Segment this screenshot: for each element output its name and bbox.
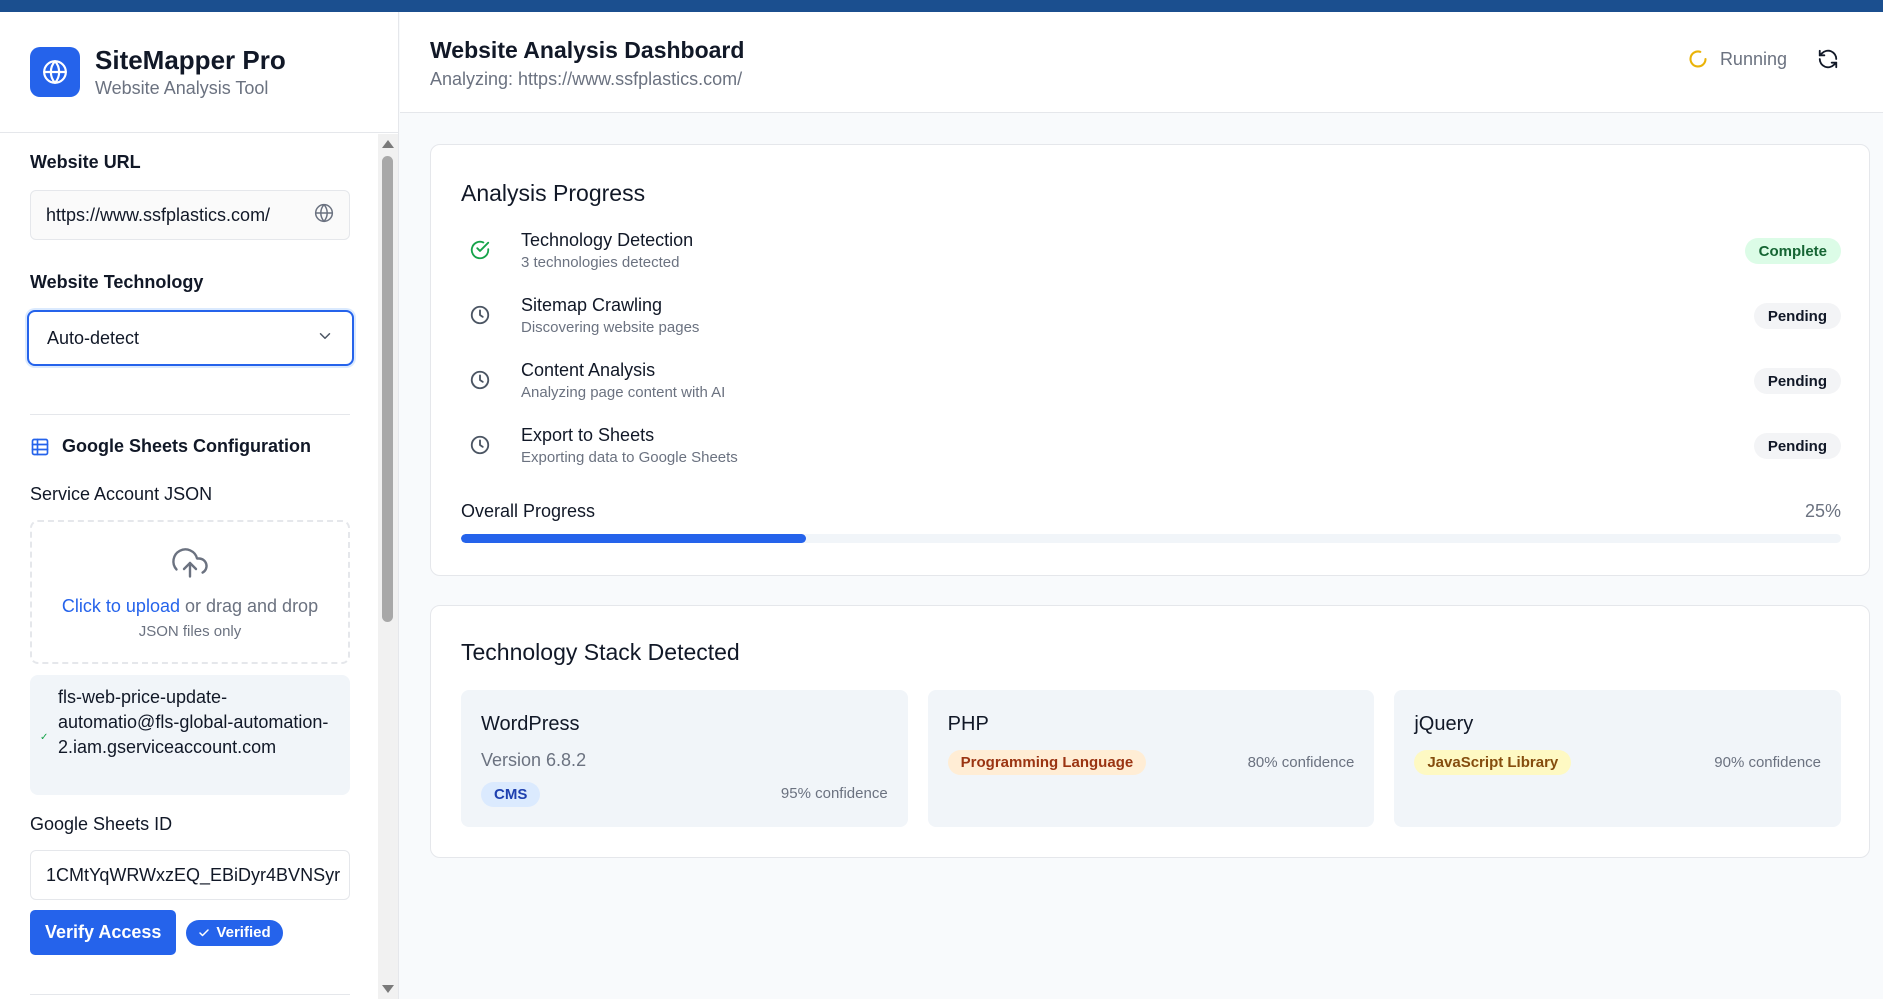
verified-badge-label: Verified <box>216 924 271 941</box>
check-icon: ✓ <box>40 732 49 743</box>
check-circle-icon <box>469 239 491 266</box>
google-sheets-heading: Google Sheets Configuration <box>30 436 311 457</box>
progress-step: Content Analysis Analyzing page content … <box>461 360 1841 416</box>
status-badge: Complete <box>1744 238 1841 264</box>
step-title: Export to Sheets <box>521 425 655 445</box>
tech-name: jQuery <box>1414 713 1474 735</box>
scroll-up-arrow-icon[interactable] <box>382 140 394 148</box>
check-icon <box>198 927 210 939</box>
sidebar-divider <box>30 414 350 415</box>
website-technology-label: Website Technology <box>30 272 204 292</box>
cloud-upload-icon <box>170 545 210 586</box>
verified-badge: Verified <box>186 919 283 946</box>
tech-confidence: 95% confidence <box>780 785 888 802</box>
clock-icon <box>469 369 491 396</box>
clock-icon <box>469 434 491 461</box>
sidebar-divider <box>30 994 350 995</box>
website-url-input[interactable]: https://www.ssfplastics.com/ <box>30 190 350 240</box>
overall-progress: Overall Progress 25% <box>461 501 1841 522</box>
globe-logo-icon <box>30 47 80 97</box>
analysis-progress-title: Analysis Progress <box>461 180 646 206</box>
step-description: Discovering website pages <box>521 319 700 336</box>
brand-header: SiteMapper Pro Website Analysis Tool <box>0 12 398 133</box>
page-subtitle: Analyzing: https://www.ssfplastics.com/ <box>430 69 743 89</box>
sidebar: SiteMapper Pro Website Analysis Tool Web… <box>0 12 399 999</box>
sidebar-scroll-area: Website URL https://www.ssfplastics.com/… <box>0 134 398 999</box>
website-technology-value: Auto-detect <box>47 327 140 348</box>
overall-progress-label: Overall Progress <box>461 501 596 521</box>
overall-progress-bar <box>461 534 1841 543</box>
status-badge: Pending <box>1753 368 1841 394</box>
dashboard-header: Website Analysis Dashboard Analyzing: ht… <box>400 12 1883 113</box>
refresh-icon[interactable] <box>1817 48 1839 70</box>
tech-card-jquery: jQuery JavaScript Library 90% confidence <box>1394 690 1842 827</box>
uploaded-service-account: ✓ fls-web-price-update-automatio@fls-glo… <box>30 675 350 795</box>
verify-access-button[interactable]: Verify Access <box>30 910 177 955</box>
scroll-down-arrow-icon[interactable] <box>382 985 394 993</box>
overall-progress-fill <box>461 534 806 543</box>
upload-drag-text: or drag and drop <box>179 595 319 616</box>
tech-card-wordpress: WordPress Version 6.8.2 CMS 95% confiden… <box>461 690 908 827</box>
website-url-value: https://www.ssfplastics.com/ <box>46 204 271 225</box>
progress-step: Technology Detection 3 technologies dete… <box>461 230 1841 286</box>
step-description: Analyzing page content with AI <box>521 384 726 401</box>
step-title: Technology Detection <box>521 230 694 250</box>
json-upload-dropzone[interactable]: Click to upload or drag and drop JSON fi… <box>30 520 350 664</box>
clock-icon <box>469 304 491 331</box>
chevron-down-icon <box>316 327 334 350</box>
app-tagline: Website Analysis Tool <box>95 78 269 98</box>
service-account-label: Service Account JSON <box>30 484 213 504</box>
overall-progress-percent: 25% <box>1804 501 1841 521</box>
google-sheets-heading-text: Google Sheets Configuration <box>62 436 312 456</box>
run-status-text: Running <box>1719 48 1787 69</box>
status-badge: Pending <box>1753 303 1841 329</box>
run-status: Running <box>1688 48 1839 70</box>
app-name: SiteMapper Pro <box>95 45 286 75</box>
verify-row: Verify Access Verified <box>30 910 283 955</box>
website-technology-select[interactable]: Auto-detect <box>27 310 354 366</box>
page-title: Website Analysis Dashboard <box>430 37 745 63</box>
tech-confidence: 90% confidence <box>1714 754 1822 771</box>
tech-version: Version 6.8.2 <box>481 750 587 770</box>
progress-step: Sitemap Crawling Discovering website pag… <box>461 295 1841 351</box>
tech-name: WordPress <box>481 713 580 735</box>
technology-stack-title: Technology Stack Detected <box>461 639 740 665</box>
service-account-email: fls-web-price-update-automatio@fls-globa… <box>58 687 329 757</box>
tech-name: PHP <box>947 713 989 735</box>
top-accent-bar <box>0 0 1883 12</box>
sheets-id-label: Google Sheets ID <box>30 814 173 834</box>
step-description: 3 technologies detected <box>521 254 680 271</box>
step-title: Sitemap Crawling <box>521 295 663 315</box>
tech-category-badge: JavaScript Library <box>1414 750 1572 775</box>
upload-instructions: Click to upload or drag and drop <box>62 596 318 617</box>
sheets-id-value: 1CMtYqWRWxzEQ_EBiDyr4BVNSyr <box>46 864 341 885</box>
main-content: Website Analysis Dashboard Analyzing: ht… <box>400 12 1883 999</box>
step-description: Exporting data to Google Sheets <box>521 449 738 466</box>
tech-confidence: 80% confidence <box>1247 754 1355 771</box>
tech-category-badge: CMS <box>481 782 541 807</box>
scrollbar-thumb[interactable] <box>382 156 393 622</box>
technology-stack-card: Technology Stack Detected WordPress Vers… <box>430 605 1870 858</box>
analysis-progress-card: Analysis Progress Technology Detection 3… <box>430 144 1870 576</box>
website-url-label: Website URL <box>30 152 141 172</box>
globe-icon <box>314 203 334 228</box>
tech-card-php: PHP Programming Language 80% confidence <box>927 690 1375 827</box>
upload-hint: JSON files only <box>138 622 242 640</box>
sidebar-scrollbar[interactable] <box>378 134 398 999</box>
table-icon <box>30 437 50 457</box>
technology-grid: WordPress Version 6.8.2 CMS 95% confiden… <box>461 690 1842 827</box>
tech-category-badge: Programming Language <box>947 750 1147 775</box>
progress-step: Export to Sheets Exporting data to Googl… <box>461 425 1841 481</box>
spinner-icon <box>1688 49 1708 69</box>
step-title: Content Analysis <box>521 360 656 380</box>
status-badge: Pending <box>1753 433 1841 459</box>
sheets-id-input[interactable]: 1CMtYqWRWxzEQ_EBiDyr4BVNSyr <box>30 850 350 900</box>
click-to-upload-link[interactable]: Click to upload <box>62 596 180 616</box>
